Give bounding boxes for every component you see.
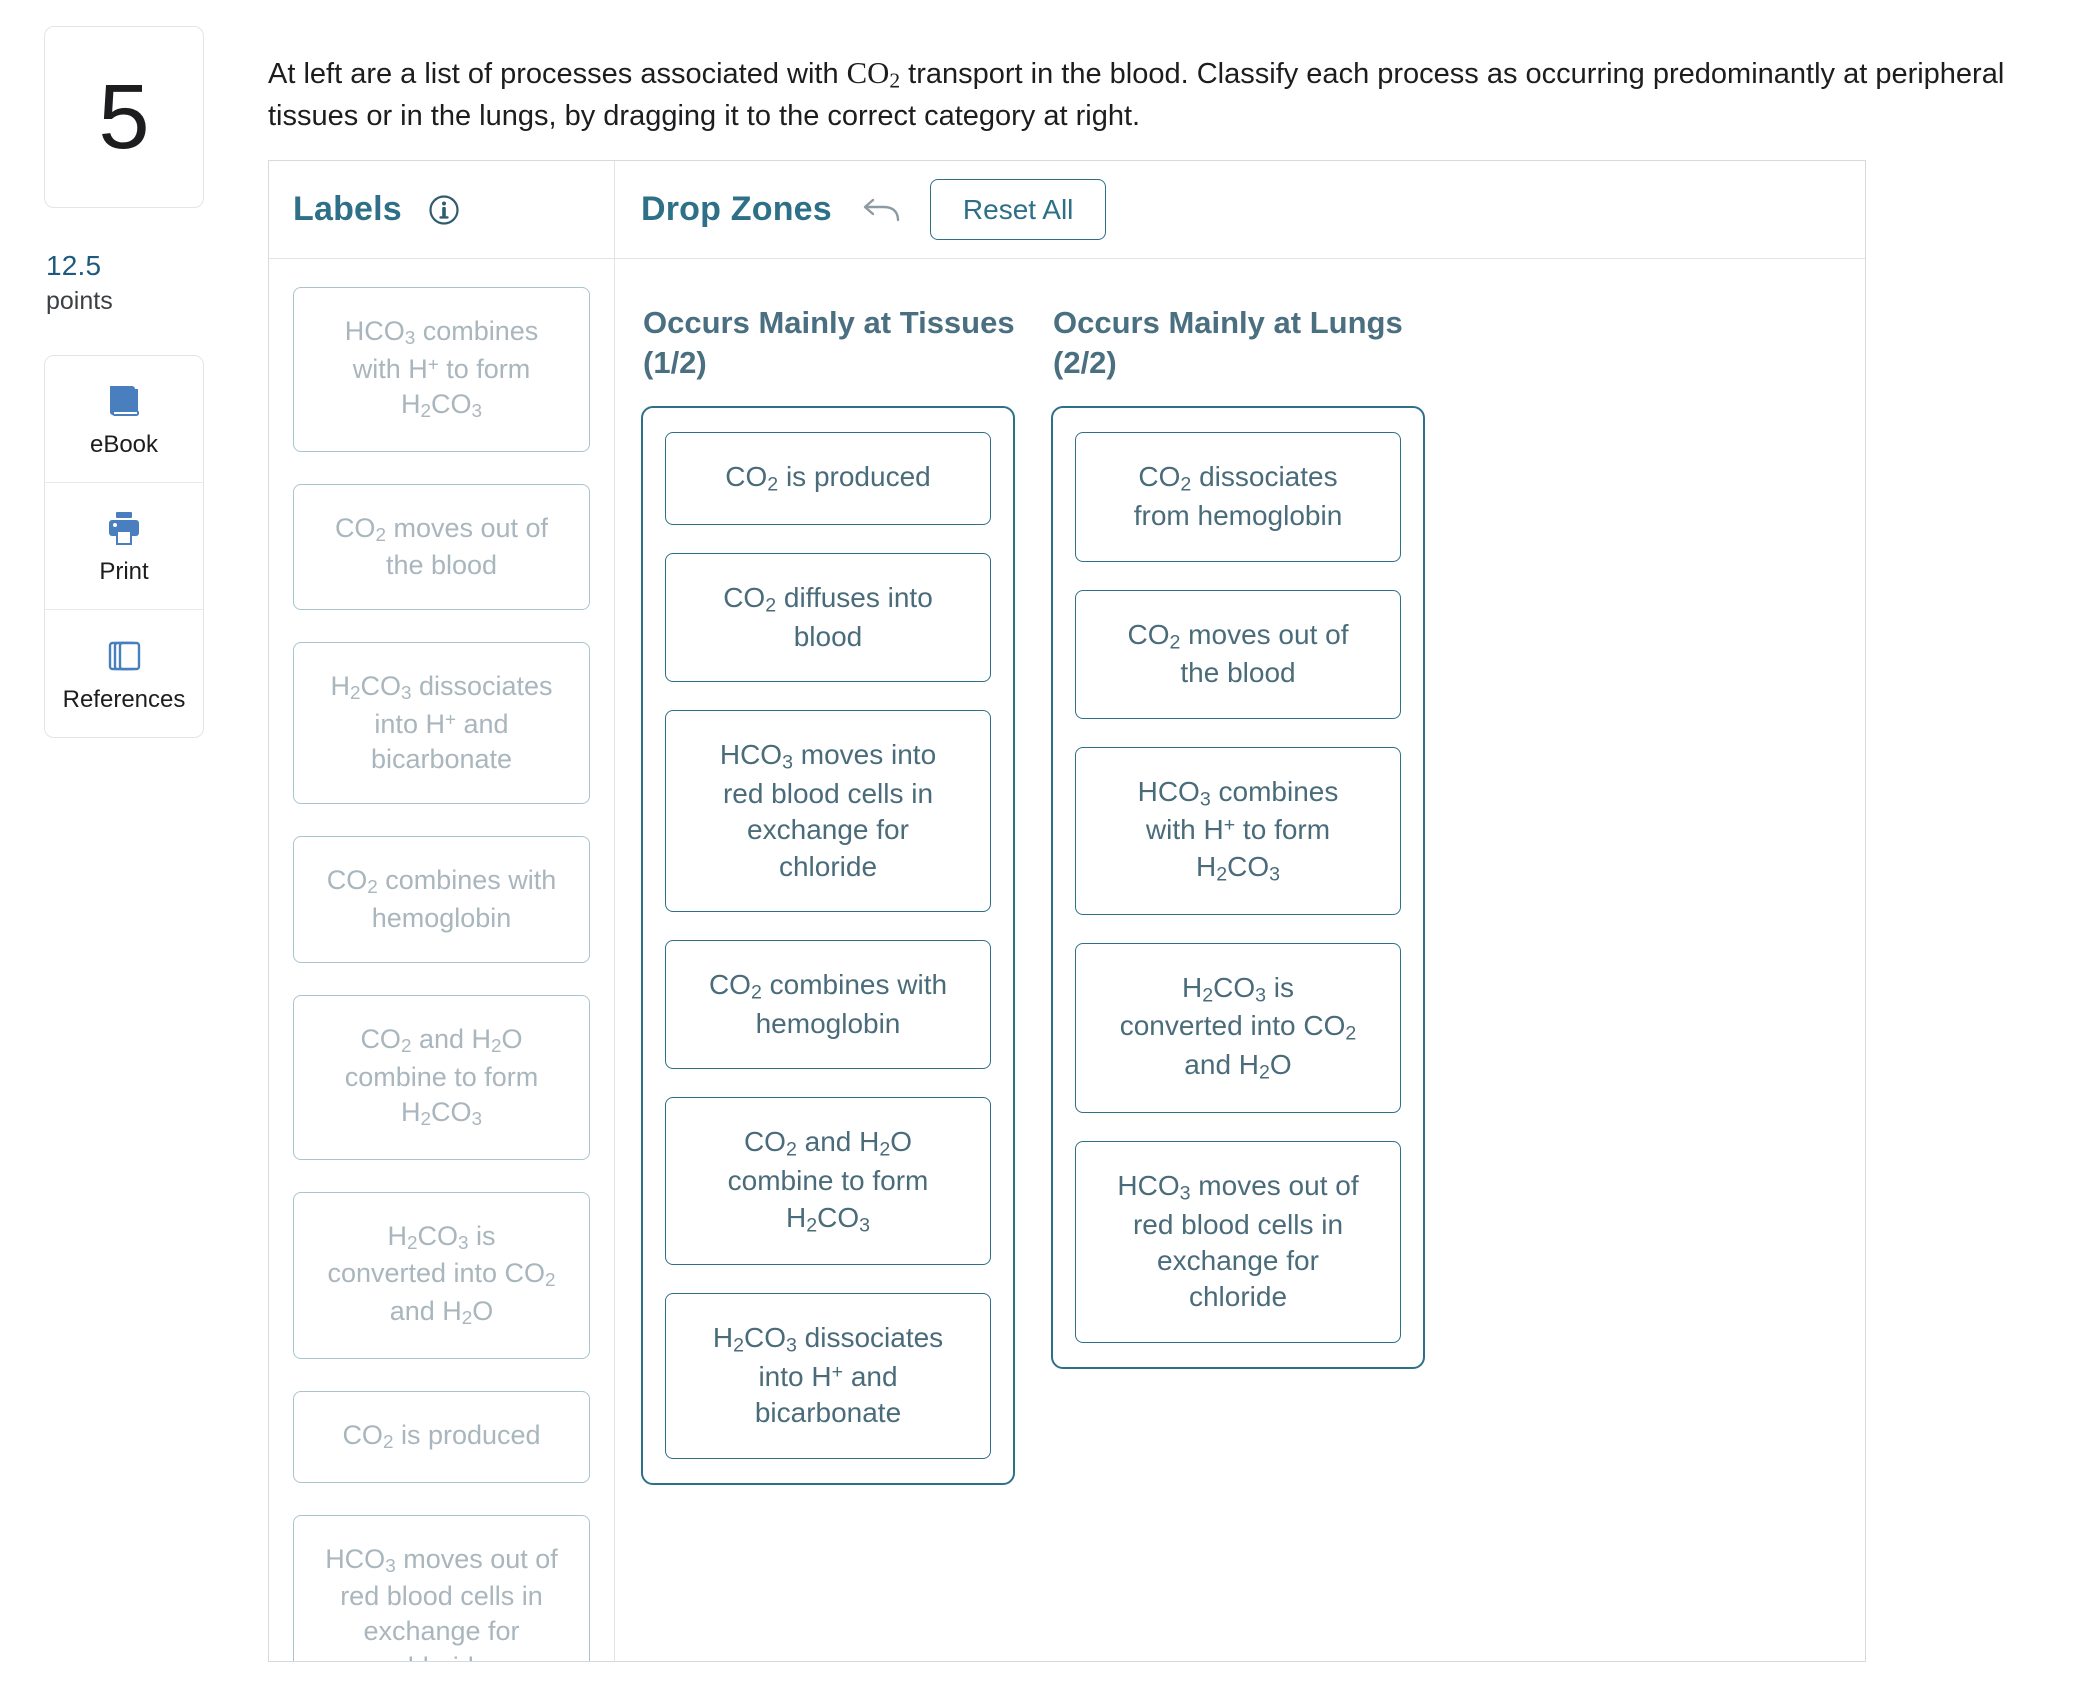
question-number: 5 xyxy=(98,66,150,168)
label-chip[interactable]: CO2 combines with hemoglobin xyxy=(293,836,590,964)
question-number-box: 5 xyxy=(44,26,204,208)
tool-ebook[interactable]: eBook xyxy=(45,356,203,484)
question-prompt: At left are a list of processes associat… xyxy=(268,52,2058,137)
label-chip[interactable]: CO2 moves out of the blood xyxy=(293,483,590,611)
points-value: 12.5 xyxy=(46,250,102,281)
prompt-text-1: At left are a list of processes associat… xyxy=(268,58,847,90)
label-chip[interactable]: H2CO3 dissociates into H+ and bicarbonate xyxy=(293,642,590,805)
zone-item[interactable]: CO2 is produced xyxy=(665,432,991,526)
drop-zone-tissues: Occurs Mainly at Tissues (1/2) CO2 is pr… xyxy=(641,303,1015,1485)
zone-item[interactable]: CO2 diffuses into blood xyxy=(665,553,991,683)
panel-header: Labels Drop Zones Reset All xyxy=(269,161,1865,259)
zone-item[interactable]: HCO3 moves into red blood cells in exchang… xyxy=(665,710,991,913)
drop-zones-column: Occurs Mainly at Tissues (1/2) CO2 is pr… xyxy=(615,259,1865,1661)
drop-zone-lungs-box[interactable]: CO2 dissociates from hemoglobin CO2 moves… xyxy=(1051,406,1425,1369)
label-chip[interactable]: CO2 and H2O combine to form H2CO3 xyxy=(293,995,590,1160)
drop-zone-tissues-title: Occurs Mainly at Tissues (1/2) xyxy=(643,305,1015,380)
info-circle-icon[interactable] xyxy=(428,194,460,226)
drop-zones-title: Drop Zones xyxy=(641,190,832,228)
tool-print-label: Print xyxy=(99,558,149,586)
zone-item[interactable]: H2CO3 is converted into CO2 and H2O xyxy=(1075,942,1401,1113)
tool-list: eBook Print References xyxy=(44,355,204,739)
label-chip[interactable]: CO2 is produced xyxy=(293,1390,590,1483)
drop-zones-header: Drop Zones Reset All xyxy=(615,161,1865,258)
zone-item[interactable]: CO2 dissociates from hemoglobin xyxy=(1075,432,1401,562)
tool-references[interactable]: References xyxy=(45,610,203,737)
drop-zone-lungs-title: Occurs Mainly at Lungs (2/2) xyxy=(1053,305,1403,380)
activity-panel: Labels Drop Zones Reset All HCO3 combine… xyxy=(268,160,1866,1662)
left-rail: 5 12.5 points eBook Print References xyxy=(44,26,216,739)
labels-title: Labels xyxy=(293,190,402,228)
drop-zone-tissues-box[interactable]: CO2 is produced CO2 diffuses into blood H… xyxy=(641,406,1015,1485)
tool-ebook-label: eBook xyxy=(89,431,159,459)
zone-item[interactable]: HCO3 combines with H+ to form H2CO3 xyxy=(1075,746,1401,915)
panel-body: HCO3 combines with H+ to form H2CO3 CO2 mo… xyxy=(269,259,1865,1661)
label-chip[interactable]: HCO3 moves out of red blood cells in excha… xyxy=(293,1514,590,1661)
zone-item[interactable]: CO2 moves out of the blood xyxy=(1075,589,1401,719)
points-block: 12.5 points xyxy=(44,248,216,317)
references-icon xyxy=(102,634,146,678)
zone-item[interactable]: HCO3 moves out of red blood cells in excha… xyxy=(1075,1140,1401,1343)
printer-icon xyxy=(102,506,146,550)
zone-item[interactable]: CO2 combines with hemoglobin xyxy=(665,940,991,1070)
prompt-formula-main: CO xyxy=(846,56,890,90)
undo-arrow-icon[interactable] xyxy=(860,195,902,225)
label-chip[interactable]: H2CO3 is converted into CO2 and H2O xyxy=(293,1191,590,1359)
reset-all-button[interactable]: Reset All xyxy=(929,178,1107,241)
label-chip[interactable]: HCO3 combines with H+ to form H2CO3 xyxy=(293,287,590,452)
labels-header: Labels xyxy=(269,161,615,258)
prompt-formula: CO2 xyxy=(846,56,901,93)
labels-column: HCO3 combines with H+ to form H2CO3 CO2 mo… xyxy=(269,259,615,1661)
tool-print[interactable]: Print xyxy=(45,483,203,611)
prompt-formula-sub: 2 xyxy=(889,68,901,93)
drop-zone-lungs: Occurs Mainly at Lungs (2/2) CO2 dissoci… xyxy=(1051,303,1425,1369)
question-page: 5 12.5 points eBook Print References At … xyxy=(0,0,2098,1706)
zone-item[interactable]: H2CO3 dissociates into H+ and bicarbonate xyxy=(665,1293,991,1459)
book-icon xyxy=(102,379,146,423)
points-label: points xyxy=(46,287,113,315)
zone-item[interactable]: CO2 and H2O combine to form H2CO3 xyxy=(665,1097,991,1266)
tool-references-label: References xyxy=(62,685,186,713)
